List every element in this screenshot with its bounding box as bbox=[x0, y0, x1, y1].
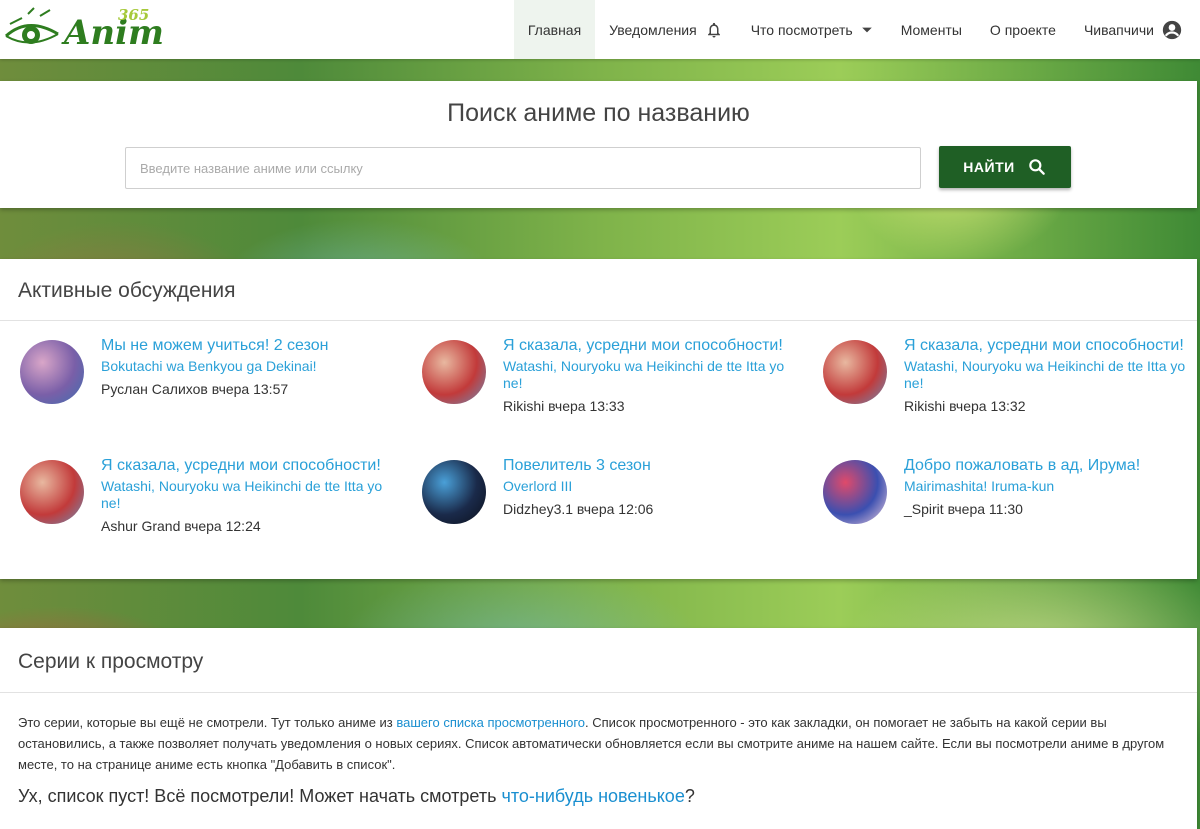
svg-text:Anime: Anime bbox=[61, 13, 165, 53]
episodes-to-watch-panel: Серии к просмотру Это серии, которые вы … bbox=[0, 628, 1197, 829]
discussions-title: Активные обсуждения bbox=[18, 279, 236, 302]
series-title: Серии к просмотру bbox=[18, 650, 204, 673]
series-text-before: Это серии, которые вы ещё не смотрели. Т… bbox=[18, 715, 397, 730]
nav-username: Чивапчичи bbox=[1083, 21, 1154, 38]
account-icon bbox=[1162, 20, 1182, 40]
site-logo[interactable]: Anime 365 bbox=[0, 0, 186, 58]
anime-avatar[interactable] bbox=[20, 460, 84, 524]
discussion-meta: Ashur Grand вчера 12:24 bbox=[101, 518, 261, 534]
main-nav: Главная Уведомления Что посмотреть Момен… bbox=[513, 0, 1200, 59]
anime-avatar[interactable] bbox=[422, 340, 486, 404]
nav-notifications[interactable]: Уведомления bbox=[595, 0, 737, 59]
caret-down-icon bbox=[861, 24, 873, 36]
empty-list-message: Ух, список пуст! Всё посмотрели! Может н… bbox=[18, 786, 695, 807]
discussion-text: Я сказала, усредни мои способности! Watas… bbox=[904, 337, 1200, 414]
nav-what-to-watch-label: Что посмотреть bbox=[750, 21, 853, 38]
nav-home[interactable]: Главная bbox=[513, 0, 596, 59]
divider bbox=[0, 692, 1197, 693]
empty-text-after: ? bbox=[684, 786, 695, 806]
anime-avatar[interactable] bbox=[823, 340, 887, 404]
discussion-anime-name[interactable]: Watashi, Nouryoku wa Heikinchi de tte It… bbox=[503, 358, 803, 392]
discussion-anime-name[interactable]: Watashi, Nouryoku wa Heikinchi de tte It… bbox=[904, 358, 1200, 392]
divider bbox=[0, 320, 1197, 321]
nav-what-to-watch[interactable]: Что посмотреть bbox=[737, 0, 887, 59]
nav-about[interactable]: О проекте bbox=[976, 0, 1070, 59]
series-description: Это серии, которые вы ещё не смотрели. Т… bbox=[18, 712, 1168, 775]
anime-avatar[interactable] bbox=[422, 460, 486, 524]
discussion-text: Повелитель 3 сезон Overlord III Didzhey3.1… bbox=[503, 457, 803, 517]
discussion-anime-name[interactable]: Watashi, Nouryoku wa Heikinchi de tte It… bbox=[101, 478, 401, 512]
nav-user-account[interactable]: Чивапчичи bbox=[1070, 0, 1200, 59]
discussion-title[interactable]: Добро пожаловать в ад, Ирума! bbox=[904, 457, 1200, 475]
empty-text-before: Ух, список пуст! Всё посмотрели! Может н… bbox=[18, 786, 502, 806]
search-icon bbox=[1027, 157, 1047, 177]
discussion-meta: Rikishi вчера 13:33 bbox=[503, 398, 625, 414]
watched-list-link[interactable]: вашего списка просмотренного bbox=[396, 715, 585, 730]
discussion-title[interactable]: Повелитель 3 сезон bbox=[503, 457, 803, 475]
search-input[interactable] bbox=[125, 147, 921, 189]
discussion-text: Мы не можем учиться! 2 сезон Bokutachi wa… bbox=[101, 337, 401, 397]
discussion-text: Я сказала, усредни мои способности! Watas… bbox=[503, 337, 803, 414]
search-panel: Поиск аниме по названию НАЙТИ bbox=[0, 81, 1197, 208]
discussion-anime-name[interactable]: Bokutachi wa Benkyou ga Dekinai! bbox=[101, 358, 401, 375]
search-title: Поиск аниме по названию bbox=[447, 99, 750, 127]
nav-notifications-label: Уведомления bbox=[609, 21, 697, 38]
nav-moments-label: Моменты bbox=[900, 21, 962, 38]
active-discussions-panel: Активные обсуждения Мы не можем учиться!… bbox=[0, 259, 1197, 579]
discussion-title[interactable]: Мы не можем учиться! 2 сезон bbox=[101, 337, 401, 355]
discussion-title[interactable]: Я сказала, усредни мои способности! bbox=[101, 457, 401, 475]
discussion-meta: Didzhey3.1 вчера 12:06 bbox=[503, 501, 654, 517]
search-button-label: НАЙТИ bbox=[963, 159, 1015, 175]
discussion-meta: _Spirit вчера 11:30 bbox=[904, 501, 1023, 517]
bell-icon bbox=[705, 21, 723, 39]
nav-home-label: Главная bbox=[527, 21, 582, 38]
something-new-link[interactable]: что-нибудь новенькое bbox=[501, 786, 684, 806]
svg-text:365: 365 bbox=[118, 6, 149, 24]
discussion-meta: Руслан Салихов вчера 13:57 bbox=[101, 381, 289, 397]
anime-avatar[interactable] bbox=[823, 460, 887, 524]
discussion-title[interactable]: Я сказала, усредни мои способности! bbox=[904, 337, 1200, 355]
discussion-meta: Rikishi вчера 13:32 bbox=[904, 398, 1026, 414]
discussion-text: Добро пожаловать в ад, Ирума! Mairimashit… bbox=[904, 457, 1200, 517]
discussion-anime-name[interactable]: Mairimashita! Iruma-kun bbox=[904, 478, 1200, 495]
anime-avatar[interactable] bbox=[20, 340, 84, 404]
top-navbar: Anime 365 Главная Уведомления Что посмот… bbox=[0, 0, 1200, 59]
discussion-text: Я сказала, усредни мои способности! Watas… bbox=[101, 457, 401, 534]
nav-moments[interactable]: Моменты bbox=[887, 0, 976, 59]
nav-about-label: О проекте bbox=[989, 21, 1056, 38]
discussion-anime-name[interactable]: Overlord III bbox=[503, 478, 803, 495]
search-button[interactable]: НАЙТИ bbox=[939, 146, 1071, 188]
discussion-title[interactable]: Я сказала, усредни мои способности! bbox=[503, 337, 803, 355]
